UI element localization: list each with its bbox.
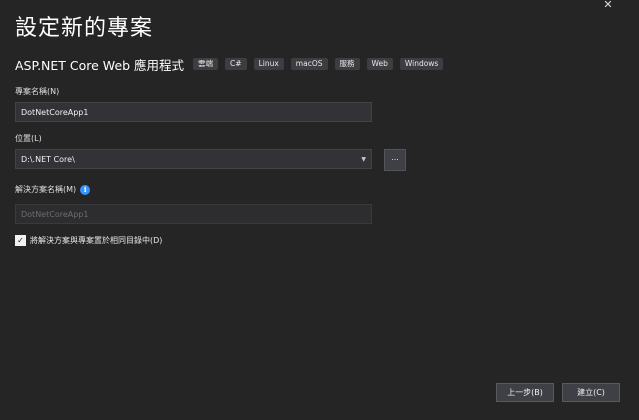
solution-name-label-row: 解決方案名稱(M) i	[15, 184, 91, 195]
same-directory-option[interactable]: ✓ 將解決方案與專案置於相同目錄中(D)	[15, 235, 162, 246]
solution-name-label: 解決方案名稱(M)	[15, 185, 77, 194]
tag-web: Web	[366, 58, 393, 70]
tag-cloud: 雲端	[193, 58, 219, 70]
tag-service: 服務	[334, 58, 360, 70]
browse-location-button[interactable]: ...	[384, 149, 406, 171]
project-type-row: ASP.NET Core Web 應用程式 雲端 C# Linux macOS …	[15, 56, 450, 73]
create-button[interactable]: 建立(C)	[562, 383, 620, 402]
dropdown-arrow-icon[interactable]: ▼	[361, 150, 366, 168]
back-button[interactable]: 上一步(B)	[496, 383, 554, 402]
tag-windows: Windows	[399, 58, 444, 70]
tag-macos: macOS	[290, 58, 328, 70]
project-name-input[interactable]: DotNetCoreApp1	[15, 102, 372, 122]
location-value: D:\.NET Core\	[21, 155, 75, 164]
tag-linux: Linux	[253, 58, 284, 70]
configure-project-dialog: ✕ 設定新的專案 ASP.NET Core Web 應用程式 雲端 C# Lin…	[0, 0, 639, 420]
location-dropdown[interactable]: D:\.NET Core\ ▼	[15, 149, 372, 169]
location-label: 位置(L)	[15, 134, 42, 143]
same-directory-checkbox[interactable]: ✓	[15, 235, 26, 246]
tag-csharp: C#	[225, 58, 247, 70]
info-icon[interactable]: i	[80, 184, 91, 195]
project-type-name: ASP.NET Core Web 應用程式	[15, 57, 185, 73]
project-name-label: 專案名稱(N)	[15, 87, 60, 96]
same-directory-label[interactable]: 將解決方案與專案置於相同目錄中(D)	[30, 235, 162, 246]
solution-name-input: DotNetCoreApp1	[15, 204, 372, 224]
close-icon[interactable]: ✕	[601, 0, 615, 10]
project-tags: 雲端 C# Linux macOS 服務 Web Windows	[193, 58, 450, 70]
page-title: 設定新的專案	[15, 16, 154, 41]
